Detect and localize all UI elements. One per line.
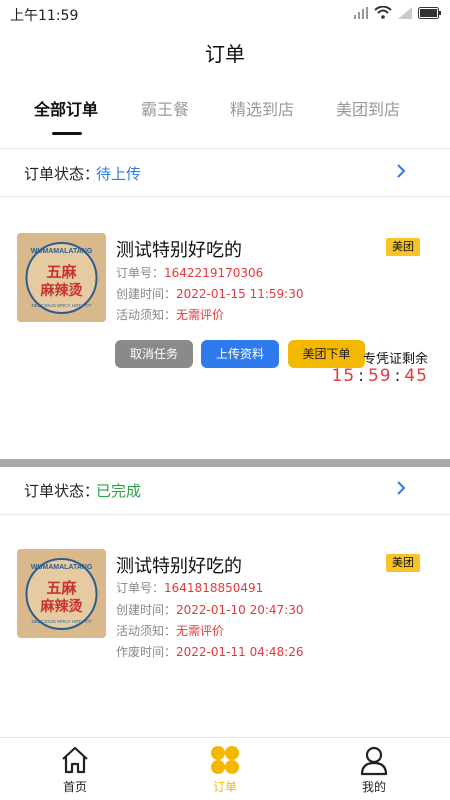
divider	[0, 196, 450, 197]
order-title: 测试特别好吃的	[116, 240, 242, 261]
bottom-nav-home[interactable]: 首页	[35, 738, 115, 800]
logo-cn-text-2: 麻辣烫	[40, 598, 84, 615]
bottom-nav-orders[interactable]: 订单	[185, 738, 265, 800]
restaurant-thumbnail[interactable]: WUMAMALATANG 五麻 麻辣烫 DELICIOUS SPICY HOT …	[17, 549, 106, 638]
logo-cn-text: 五麻	[46, 263, 77, 281]
order-status-value: 待上传	[96, 165, 142, 183]
countdown-minutes: 59	[367, 366, 392, 386]
logo-tag-text: DELICIOUS SPICY HOT POT	[31, 303, 91, 308]
meituan-order-button[interactable]: 美团下单	[288, 340, 365, 368]
chevron-right-icon[interactable]	[396, 163, 406, 184]
created-time-label: 创建时间：	[116, 287, 177, 301]
created-time-line: 创建时间：2022-01-10 20:47:30	[116, 601, 303, 618]
wifi-icon	[374, 6, 392, 19]
void-time-line: 作废时间：2022-01-11 04:48:26	[116, 643, 303, 660]
countdown-label: 专凭证剩余	[362, 352, 428, 367]
order-number-label: 订单号：	[116, 581, 165, 595]
logo-brand-text: WUMAMALATANG	[31, 248, 93, 255]
restaurant-logo-icon: WUMAMALATANG 五麻 麻辣烫 DELICIOUS SPICY HOT …	[17, 233, 106, 322]
notice-label: 活动须知：	[116, 624, 177, 638]
logo-cn-text: 五麻	[46, 579, 77, 597]
order-status-row[interactable]: 订单状态： 待上传	[0, 150, 450, 196]
home-icon	[62, 746, 88, 774]
brand-badge: 美团	[386, 554, 420, 572]
tab-bawangcan[interactable]: 霸王餐	[141, 96, 189, 120]
countdown-seconds: 45	[404, 366, 428, 386]
void-time-label: 作废时间：	[116, 645, 177, 659]
tab-meituan-store[interactable]: 美团到店	[336, 96, 400, 120]
tab-active-indicator	[52, 132, 82, 135]
bottom-nav-profile-label: 我的	[361, 780, 386, 794]
status-time: 上午11:59	[10, 8, 79, 24]
order-icon	[211, 746, 239, 774]
restaurant-logo-icon: WUMAMALATANG 五麻 麻辣烫 DELICIOUS SPICY HOT …	[17, 549, 106, 638]
created-time-label: 创建时间：	[116, 603, 177, 617]
battery-icon	[418, 6, 441, 19]
logo-cn-text-2: 麻辣烫	[40, 282, 84, 299]
order-status-row[interactable]: 订单状态： 已完成	[0, 467, 450, 513]
countdown-hours: 15	[331, 366, 356, 386]
profile-icon	[360, 746, 388, 776]
order-number-label: 订单号：	[116, 266, 165, 280]
cellular-icon	[398, 6, 412, 19]
bottom-nav: 首页 订单 我的	[0, 737, 450, 800]
countdown-timer: 15:59:45	[331, 366, 428, 386]
status-bar: 上午11:59	[0, 0, 450, 28]
notice-label: 活动须知：	[116, 308, 177, 322]
order-number-line: 订单号：1641818850491	[116, 579, 263, 596]
logo-brand-text: WUMAMALATANG	[31, 564, 93, 571]
upload-info-button[interactable]: 上传资料	[201, 340, 279, 368]
chevron-right-icon[interactable]	[396, 480, 406, 501]
divider	[0, 514, 450, 515]
notice-value: 无需评价	[176, 308, 225, 322]
page-title: 订单	[205, 42, 245, 66]
tab-selected-store[interactable]: 精选到店	[230, 96, 294, 120]
order-title: 测试特别好吃的	[116, 556, 242, 577]
notice-line: 活动须知：无需评价	[116, 622, 224, 639]
signal-icon	[354, 6, 368, 19]
order-number-line: 订单号：1642219170306	[116, 264, 263, 281]
section-separator	[0, 459, 450, 467]
tab-all-orders[interactable]: 全部订单	[34, 96, 98, 120]
created-time-value: 2022-01-15 11:59:30	[176, 287, 304, 301]
void-time-value: 2022-01-11 04:48:26	[176, 645, 304, 659]
divider	[0, 148, 450, 149]
created-time-value: 2022-01-10 20:47:30	[176, 603, 304, 617]
brand-badge: 美团	[386, 238, 420, 256]
order-status-label: 订单状态：	[24, 482, 100, 500]
bottom-nav-orders-label: 订单	[212, 780, 237, 794]
order-status-label: 订单状态：	[24, 165, 100, 183]
bottom-nav-profile[interactable]: 我的	[334, 738, 414, 800]
restaurant-thumbnail[interactable]: WUMAMALATANG 五麻 麻辣烫 DELICIOUS SPICY HOT …	[17, 233, 106, 322]
order-status-value: 已完成	[96, 482, 142, 500]
logo-tag-text: DELICIOUS SPICY HOT POT	[31, 619, 91, 624]
bottom-nav-home-label: 首页	[62, 780, 87, 794]
order-number-value: 1641818850491	[164, 581, 264, 595]
notice-line: 活动须知：无需评价	[116, 306, 224, 323]
notice-value: 无需评价	[176, 624, 225, 638]
cancel-task-button[interactable]: 取消任务	[115, 340, 193, 368]
order-number-value: 1642219170306	[164, 266, 264, 280]
created-time-line: 创建时间：2022-01-15 11:59:30	[116, 285, 303, 302]
